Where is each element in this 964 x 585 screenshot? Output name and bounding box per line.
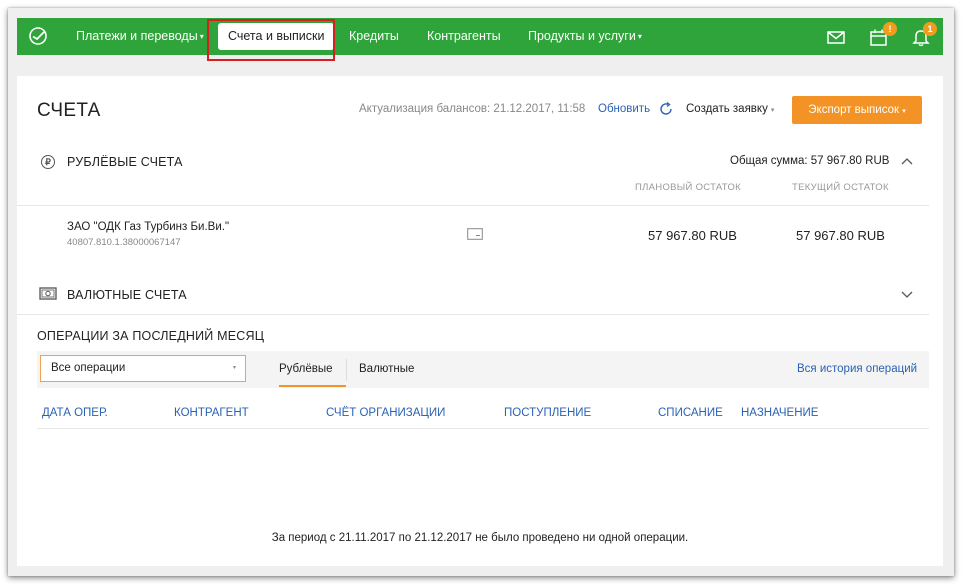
current-balance-header: ТЕКУЩИЙ ОСТАТОК <box>792 182 889 193</box>
accounts-panel: СЧЕТА Актуализация балансов: 21.12.2017,… <box>17 76 943 566</box>
column-header-income[interactable]: ПОСТУПЛЕНИЕ <box>504 407 591 419</box>
nav-item-products[interactable]: Продукты и услуги ▾ <box>528 18 642 55</box>
highlight-annotation <box>207 19 335 61</box>
chevron-down-icon: ▾ <box>232 365 236 371</box>
tab-ruble[interactable]: Рублёвые <box>279 363 333 375</box>
active-tab-indicator <box>279 385 346 387</box>
card-icon[interactable] <box>467 228 483 240</box>
divider <box>17 314 929 315</box>
all-history-link[interactable]: Вся история операций <box>797 363 917 375</box>
empty-operations-message: За период с 21.11.2017 по 21.12.2017 не … <box>271 532 689 544</box>
nav-item-counterparties[interactable]: Контрагенты <box>427 18 501 55</box>
ruble-icon: ₽ <box>41 155 55 169</box>
chevron-down-icon: ▾ <box>199 32 204 42</box>
refresh-link[interactable]: Обновить <box>598 103 650 115</box>
account-name[interactable]: ЗАО "ОДК Газ Турбинз Би.Ви." <box>67 221 229 233</box>
balance-update-info: Актуализация балансов: 21.12.2017, 11:58 <box>359 103 586 115</box>
currency-accounts-heading[interactable]: ВАЛЮТНЫЕ СЧЕТА <box>67 288 187 302</box>
divider <box>37 428 929 429</box>
total-sum: Общая сумма: 57 967.80 RUB <box>730 155 890 167</box>
account-number: 40807.810.1.38000067147 <box>67 237 181 248</box>
tab-currency[interactable]: Валютные <box>359 363 414 375</box>
export-statements-button[interactable]: Экспорт выписок ▾ <box>792 96 922 124</box>
notification-badge: 1 <box>923 22 937 36</box>
column-header-counterparty[interactable]: КОНТРАГЕНТ <box>174 407 249 419</box>
operations-heading: ОПЕРАЦИИ ЗА ПОСЛЕДНИЙ МЕСЯЦ <box>37 329 265 343</box>
column-header-org-account[interactable]: СЧЁТ ОРГАНИЗАЦИИ <box>326 407 445 419</box>
column-header-debit[interactable]: СПИСАНИЕ <box>658 407 723 419</box>
page-title: СЧЕТА <box>37 100 101 121</box>
create-request-dropdown[interactable]: Создать заявку ▾ <box>686 103 774 115</box>
operations-type-select[interactable]: Все операции ▾ <box>40 355 246 382</box>
column-header-date[interactable]: ДАТА ОПЕР. <box>42 407 108 419</box>
chevron-down-icon[interactable] <box>900 289 914 299</box>
calendar-badge: ! <box>883 22 897 36</box>
nav-item-payments[interactable]: Платежи и переводы ▾ <box>76 18 204 55</box>
column-header-purpose[interactable]: НАЗНАЧЕНИЕ <box>741 407 818 419</box>
top-navigation: Платежи и переводы ▾ Счета и выписки Кред… <box>17 18 943 55</box>
chevron-up-icon[interactable] <box>900 156 914 166</box>
nav-item-credits[interactable]: Кредиты <box>349 18 399 55</box>
chevron-down-icon: ▾ <box>637 32 642 42</box>
divider <box>17 205 929 206</box>
current-balance: 57 967.80 RUB <box>796 228 885 243</box>
chevron-down-icon: ▾ <box>902 108 906 115</box>
banknote-icon <box>39 287 57 300</box>
planned-balance: 57 967.80 RUB <box>648 228 737 243</box>
mail-icon[interactable] <box>825 26 847 48</box>
ruble-accounts-heading: РУБЛЁВЫЕ СЧЕТА <box>67 155 183 169</box>
operations-filter-bar: Все операции ▾ Рублёвые Валютные Вся ист… <box>37 351 929 388</box>
planned-balance-header: ПЛАНОВЫЙ ОСТАТОК <box>635 182 741 193</box>
sberbank-logo-icon[interactable] <box>29 27 47 45</box>
chevron-down-icon: ▾ <box>770 107 775 114</box>
refresh-icon[interactable] <box>658 101 674 117</box>
divider <box>346 359 347 381</box>
